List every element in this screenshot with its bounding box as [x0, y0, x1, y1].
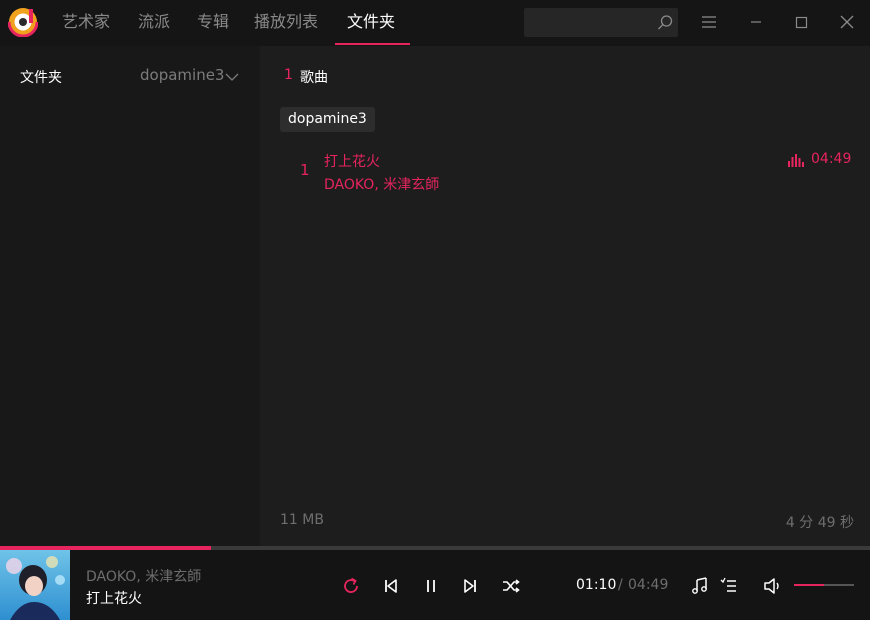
playlist-icon[interactable]	[719, 576, 739, 596]
tab-albums[interactable]: 专辑	[197, 10, 229, 34]
tab-genres[interactable]: 流派	[138, 10, 170, 34]
search-icon[interactable]	[656, 14, 674, 32]
app-logo-icon	[8, 7, 38, 37]
previous-track-icon[interactable]	[381, 576, 401, 596]
search-input[interactable]	[524, 8, 678, 37]
time-separator: /	[618, 577, 623, 593]
current-time: 01:10	[576, 577, 617, 593]
volume-icon[interactable]	[763, 576, 783, 596]
track-row[interactable]: 1 打上花火 DAOKO, 米津玄師 04:49	[280, 145, 860, 199]
minimize-icon[interactable]	[746, 12, 766, 32]
folder-chip[interactable]: dopamine3	[280, 107, 375, 132]
song-count: 1	[284, 67, 293, 83]
tab-folders[interactable]: 文件夹	[347, 10, 395, 34]
sidebar-title: 文件夹	[20, 70, 62, 86]
total-duration: 4 分 49 秒	[785, 515, 854, 531]
repeat-icon[interactable]	[341, 576, 361, 596]
close-icon[interactable]	[837, 12, 857, 32]
volume-slider[interactable]	[794, 584, 854, 586]
total-time: 04:49	[628, 577, 669, 593]
folder-dropdown[interactable]: dopamine3	[140, 66, 224, 84]
title-bar: 艺术家 流派 专辑 播放列表 文件夹	[0, 0, 870, 46]
track-number: 1	[300, 161, 310, 179]
track-duration: 04:49	[811, 151, 852, 167]
music-note-icon[interactable]	[690, 576, 710, 596]
track-artist: DAOKO, 米津玄師	[324, 177, 440, 193]
active-tab-indicator	[335, 43, 410, 45]
tab-artists[interactable]: 艺术家	[62, 10, 110, 34]
total-size: 11 MB	[280, 512, 324, 528]
sidebar: 文件夹 dopamine3	[0, 46, 260, 546]
album-art[interactable]	[0, 550, 70, 620]
next-track-icon[interactable]	[460, 576, 480, 596]
maximize-icon[interactable]	[791, 12, 811, 32]
player-bar: DAOKO, 米津玄師 打上花火 01:10 / 04:49	[0, 550, 870, 620]
now-playing-equalizer-icon	[788, 154, 804, 167]
chevron-down-icon[interactable]	[225, 72, 239, 82]
menu-icon[interactable]	[699, 12, 719, 32]
pause-icon[interactable]	[421, 576, 441, 596]
now-playing-artist: DAOKO, 米津玄師	[86, 569, 202, 585]
shuffle-icon[interactable]	[501, 576, 521, 596]
track-title: 打上花火	[324, 154, 380, 170]
tab-playlists[interactable]: 播放列表	[254, 10, 318, 34]
song-count-label: 歌曲	[300, 70, 328, 86]
now-playing-title: 打上花火	[86, 591, 142, 607]
main-panel: 1 歌曲 dopamine3 1 打上花火 DAOKO, 米津玄師 04:49 …	[260, 46, 870, 546]
volume-fill	[794, 584, 824, 586]
